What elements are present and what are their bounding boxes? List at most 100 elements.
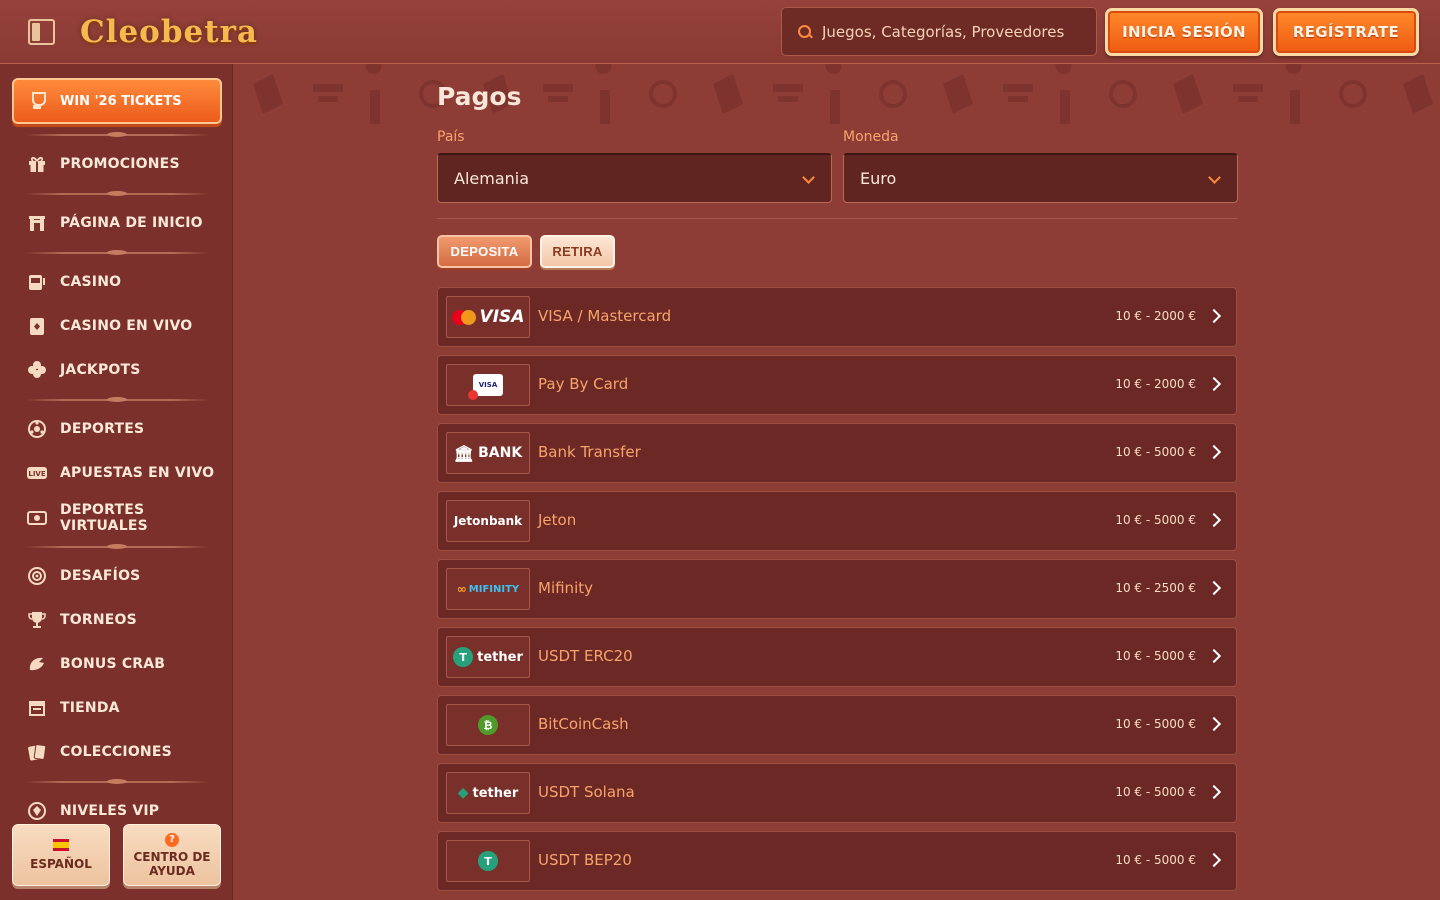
sidebar-item-deportes[interactable]: DEPORTES — [26, 411, 226, 447]
section-divider — [437, 218, 1237, 219]
main-content: Pagos País Alemania Moneda Euro DEPOSITA… — [233, 64, 1440, 900]
method-range: 10 € - 5000 € — [1115, 717, 1196, 731]
method-range: 10 € - 5000 € — [1115, 445, 1196, 459]
chevron-right-icon — [1206, 444, 1222, 460]
sidebar-item-label: BONUS CRAB — [60, 656, 166, 672]
sidebar-divider — [25, 250, 209, 255]
sidebar-item-label: DEPORTES — [60, 421, 145, 437]
tether-logo-text: tether — [472, 785, 519, 801]
method-name: Mifinity — [538, 579, 593, 597]
method-name: Pay By Card — [538, 375, 629, 393]
method-range: 10 € - 2000 € — [1115, 309, 1196, 323]
chevron-right-icon — [1206, 580, 1222, 596]
chevron-right-icon — [1206, 852, 1222, 868]
sidebar-item-bonus-crab[interactable]: BONUS CRAB — [26, 646, 226, 682]
currency-select[interactable]: Euro — [843, 153, 1238, 203]
sidebar-divider — [25, 397, 209, 402]
jetonbank-logo: Jetonbank — [446, 500, 530, 542]
login-button[interactable]: INICIA SESIÓN — [1105, 8, 1263, 56]
search-box[interactable] — [781, 7, 1097, 56]
payment-method-row[interactable]: Jetonbank Jeton 10 € - 5000 € — [437, 491, 1237, 551]
mastercard-icon — [451, 309, 476, 325]
sidebar-toggle-icon[interactable] — [28, 19, 55, 45]
currency-value: Euro — [860, 169, 897, 188]
language-label: ESPAÑOL — [30, 857, 92, 871]
payment-method-row[interactable]: VISA Pay By Card 10 € - 2000 € — [437, 355, 1237, 415]
chevron-down-icon — [1208, 171, 1221, 184]
sidebar-item-label: PROMOCIONES — [60, 156, 180, 172]
tab-withdraw[interactable]: RETIRA — [540, 235, 615, 268]
sidebar-item-promociones[interactable]: PROMOCIONES — [26, 146, 226, 182]
sidebar-item-label: PÁGINA DE INICIO — [60, 215, 203, 231]
sidebar-divider — [25, 779, 209, 784]
sidebar-item-label: JACKPOTS — [60, 362, 141, 378]
payment-method-row[interactable]: T USDT BEP20 10 € - 5000 € — [437, 831, 1237, 891]
method-name: USDT ERC20 — [538, 647, 633, 665]
sidebar-item-apuestas-en-vivo[interactable]: LIVE APUESTAS EN VIVO — [26, 455, 226, 491]
sidebar-item-tienda[interactable]: TIENDA — [26, 690, 226, 726]
bitcoin-cash-icon: ₿ — [478, 715, 498, 735]
clover-icon — [26, 359, 48, 381]
bank-logo-text: BANK — [478, 445, 523, 461]
sidebar-item-torneos[interactable]: TORNEOS — [26, 602, 226, 638]
sidebar-divider — [25, 544, 209, 549]
target-icon — [26, 565, 48, 587]
payment-method-row[interactable]: ∞ MIFINITY Mifinity 10 € - 2500 € — [437, 559, 1237, 619]
visa-logo-text: VISA — [479, 307, 525, 327]
tether-bep20-logo: T — [446, 840, 530, 882]
method-name: Jeton — [538, 511, 577, 529]
method-range: 10 € - 5000 € — [1115, 853, 1196, 867]
chevron-right-icon — [1206, 376, 1222, 392]
sidebar: WIN '26 TICKETS PROMOCIONES PÁGINA DE IN… — [0, 64, 233, 900]
sidebar-item-casino-en-vivo[interactable]: CASINO EN VIVO — [26, 308, 226, 344]
card-brand-text: VISA — [478, 381, 498, 389]
sidebar-item-desafios[interactable]: DESAFÍOS — [26, 558, 226, 594]
payment-method-row[interactable]: T tether USDT ERC20 10 € - 5000 € — [437, 627, 1237, 687]
payment-method-row[interactable]: ₿ BitCoinCash 10 € - 5000 € — [437, 695, 1237, 755]
sidebar-item-label: DEPORTES VIRTUALES — [60, 502, 148, 534]
vip-gem-icon — [26, 800, 48, 822]
tether-coin-icon: T — [478, 851, 498, 871]
sidebar-item-jackpots[interactable]: JACKPOTS — [26, 352, 226, 388]
tether-diamond-icon: ◆ — [457, 785, 469, 801]
language-button[interactable]: ESPAÑOL — [12, 824, 110, 886]
chevron-right-icon — [1206, 716, 1222, 732]
card-icon: VISA — [468, 374, 503, 400]
help-center-button[interactable]: ? CENTRO DE AYUDA — [123, 824, 221, 886]
bitcoin-cash-logo: ₿ — [446, 704, 530, 746]
trophy-icon — [26, 609, 48, 631]
tether-coin-icon: T — [453, 647, 474, 667]
payment-method-row[interactable]: ◆ tether USDT Solana 10 € - 5000 € — [437, 763, 1237, 823]
sidebar-item-colecciones[interactable]: COLECCIONES — [26, 734, 226, 770]
register-button[interactable]: REGÍSTRATE — [1273, 8, 1419, 56]
tether-logo-text: tether — [477, 649, 523, 665]
shop-icon — [26, 697, 48, 719]
football-icon — [26, 418, 48, 440]
bank-building-icon: 🏛 — [453, 443, 475, 463]
tab-deposit[interactable]: DEPOSITA — [437, 235, 532, 268]
chevron-right-icon — [1206, 512, 1222, 528]
site-logo[interactable]: Cleobetra — [80, 10, 258, 54]
country-select[interactable]: Alemania — [437, 153, 832, 203]
method-name: USDT BEP20 — [538, 851, 632, 869]
method-name: VISA / Mastercard — [538, 307, 672, 325]
chevron-right-icon — [1206, 648, 1222, 664]
home-icon — [26, 212, 48, 234]
sidebar-divider — [25, 191, 209, 196]
method-range: 10 € - 5000 € — [1115, 649, 1196, 663]
sidebar-item-inicio[interactable]: PÁGINA DE INICIO — [26, 205, 226, 241]
sidebar-item-label: CASINO EN VIVO — [60, 318, 193, 334]
chevron-right-icon — [1206, 308, 1222, 324]
payment-method-row[interactable]: 🏛 BANK Bank Transfer 10 € - 5000 € — [437, 423, 1237, 483]
sidebar-item-deportes-virtuales[interactable]: DEPORTES VIRTUALES — [26, 500, 226, 536]
sidebar-item-casino[interactable]: CASINO — [26, 264, 226, 300]
payment-method-row[interactable]: VISA VISA / Mastercard 10 € - 2000 € — [437, 287, 1237, 347]
tether-erc20-logo: T tether — [446, 636, 530, 678]
win-tickets-label: WIN '26 TICKETS — [60, 93, 182, 109]
sidebar-item-label: DESAFÍOS — [60, 568, 141, 584]
live-cards-icon — [26, 315, 48, 337]
tether-sol-logo: ◆ tether — [446, 772, 530, 814]
win-tickets-button[interactable]: WIN '26 TICKETS — [12, 78, 222, 124]
search-input[interactable] — [822, 22, 1092, 41]
method-range: 10 € - 5000 € — [1115, 513, 1196, 527]
